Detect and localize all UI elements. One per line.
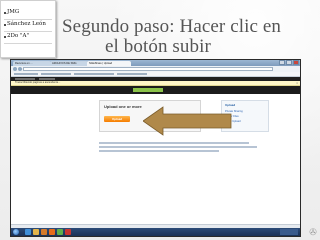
web-page: Upload one or more Upload Upload Private… [11,86,300,228]
url-field[interactable] [23,67,273,71]
bookmark-item[interactable] [117,73,147,75]
slide-title-line-2: el botón subir [105,36,211,57]
page-header [11,86,300,94]
bookmark-item[interactable] [74,73,114,75]
maximize-icon[interactable] [286,60,292,65]
slide-title-line-1: Segundo paso: Hacer clic en [62,16,282,37]
slide-title: Segundo paso: Hacer clic en el botón sub… [62,17,312,57]
media-icon[interactable] [41,229,47,235]
note-rule [4,19,52,20]
notification-text: Transcribiendo páginas a ascendente... [15,81,61,84]
bookmark-item[interactable] [14,73,38,75]
taskbar [11,228,300,236]
note-card: JMG Sánchez León 2Do "A" [0,0,56,58]
note-line-3: 2Do "A" [7,33,29,39]
system-tray[interactable] [280,229,298,235]
folder-icon[interactable] [33,229,39,235]
browser-screenshot: Recursos en ... ARCHIVOS DE SMG SlideSha… [10,59,301,237]
start-orb-icon[interactable] [13,229,19,235]
close-icon[interactable] [293,60,299,65]
pdf-icon[interactable] [65,229,71,235]
ie-icon[interactable] [25,229,31,235]
window-controls [279,60,299,65]
tab-label: ARCHIVOS DE SMG [52,62,77,65]
chrome-icon[interactable] [57,229,63,235]
upload-title: Upload one or more [104,104,142,109]
note-rule [4,31,52,32]
note-line-2: Sánchez León [7,21,46,27]
upload-button[interactable]: Upload [104,116,130,122]
bullet-icon [4,36,6,38]
note-line-1: JMG [7,9,20,15]
arrow-icon [143,106,232,136]
tab-label: Recursos en ... [15,62,33,65]
bookmark-item[interactable] [41,73,71,75]
bullet-icon [4,24,6,26]
help-line [99,142,249,144]
site-logo[interactable] [133,88,163,92]
site-nav-item[interactable] [15,78,35,80]
back-icon[interactable] [13,67,17,71]
site-nav-item[interactable] [39,78,55,80]
close-icon[interactable]: × [296,81,298,85]
bullet-icon [4,12,6,14]
forward-icon[interactable] [18,67,22,71]
help-text [99,142,259,154]
firefox-icon[interactable] [49,229,55,235]
minimize-icon[interactable] [279,60,285,65]
note-rule [4,43,52,44]
help-line [99,150,219,152]
tab-label: SlideShare | Upload [89,62,113,65]
help-line [99,146,257,148]
corner-logo-icon: ✇ [309,227,317,237]
